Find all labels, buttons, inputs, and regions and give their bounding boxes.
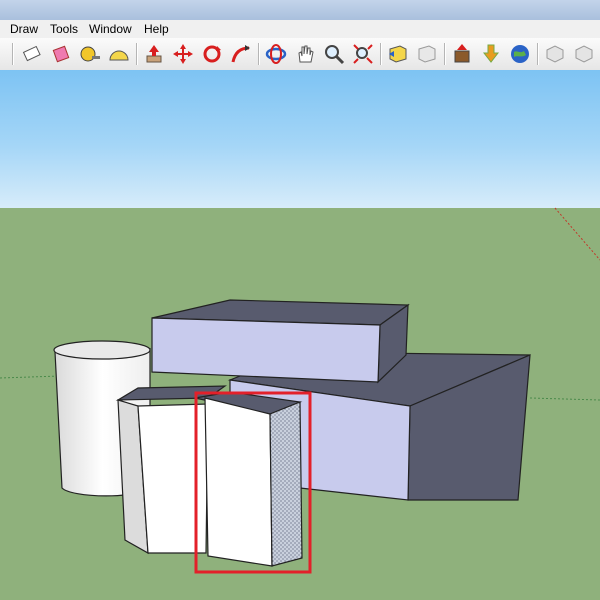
selected-face[interactable]	[269, 401, 303, 567]
model-viewport[interactable]	[0, 0, 600, 600]
upper-box[interactable]	[151, 299, 410, 384]
